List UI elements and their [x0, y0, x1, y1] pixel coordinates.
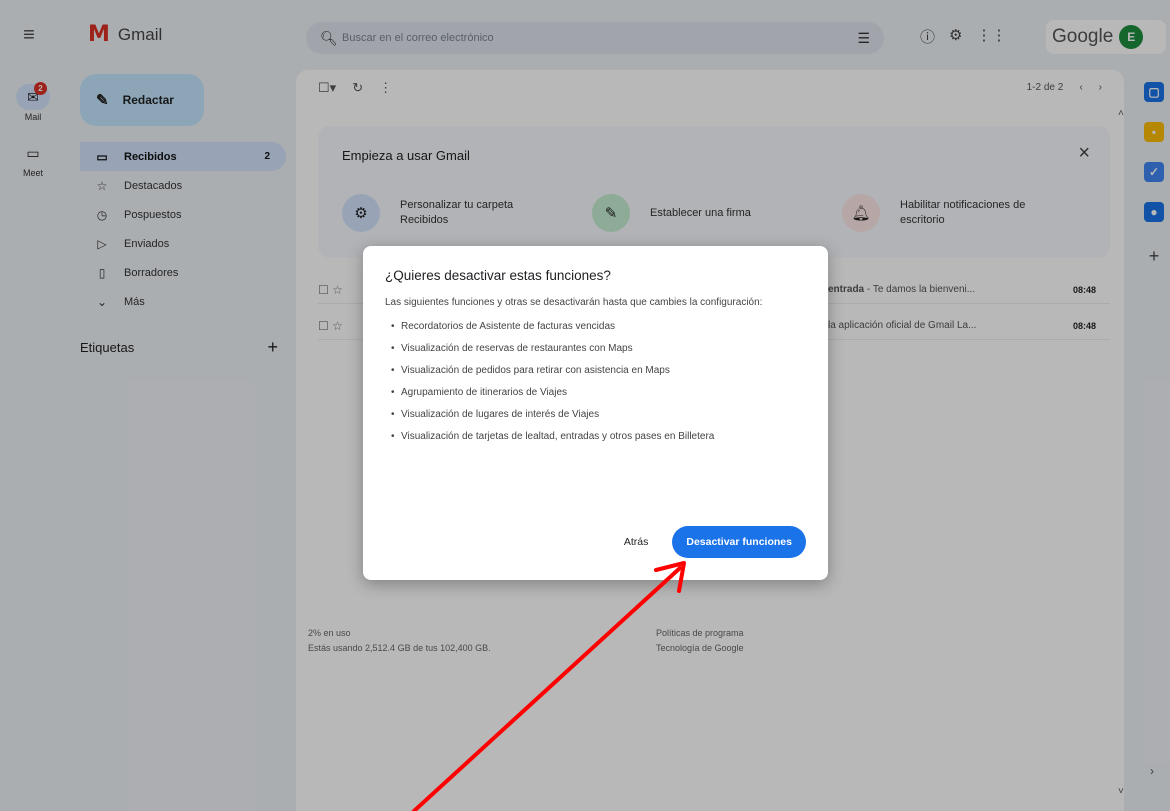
dialog-title: ¿Quieres desactivar estas funciones?	[385, 268, 611, 283]
list-item: Recordatorios de Asistente de facturas v…	[391, 320, 806, 334]
list-item: Visualización de pedidos para retirar co…	[391, 364, 806, 378]
feature-list: Recordatorios de Asistente de facturas v…	[385, 320, 806, 444]
disable-features-button[interactable]: Desactivar funciones	[672, 526, 806, 558]
list-item: Visualización de tarjetas de lealtad, en…	[391, 430, 806, 444]
dialog-body: Las siguientes funciones y otras se desa…	[385, 297, 763, 308]
dialog-actions: Atrás Desactivar funciones	[624, 526, 806, 558]
back-button[interactable]: Atrás	[624, 536, 649, 548]
disable-features-dialog: ¿Quieres desactivar estas funciones? Las…	[363, 246, 828, 580]
list-item: Visualización de lugares de interés de V…	[391, 408, 806, 422]
list-item: Visualización de reservas de restaurante…	[391, 342, 806, 356]
list-item: Agrupamiento de itinerarios de Viajes	[391, 386, 806, 400]
